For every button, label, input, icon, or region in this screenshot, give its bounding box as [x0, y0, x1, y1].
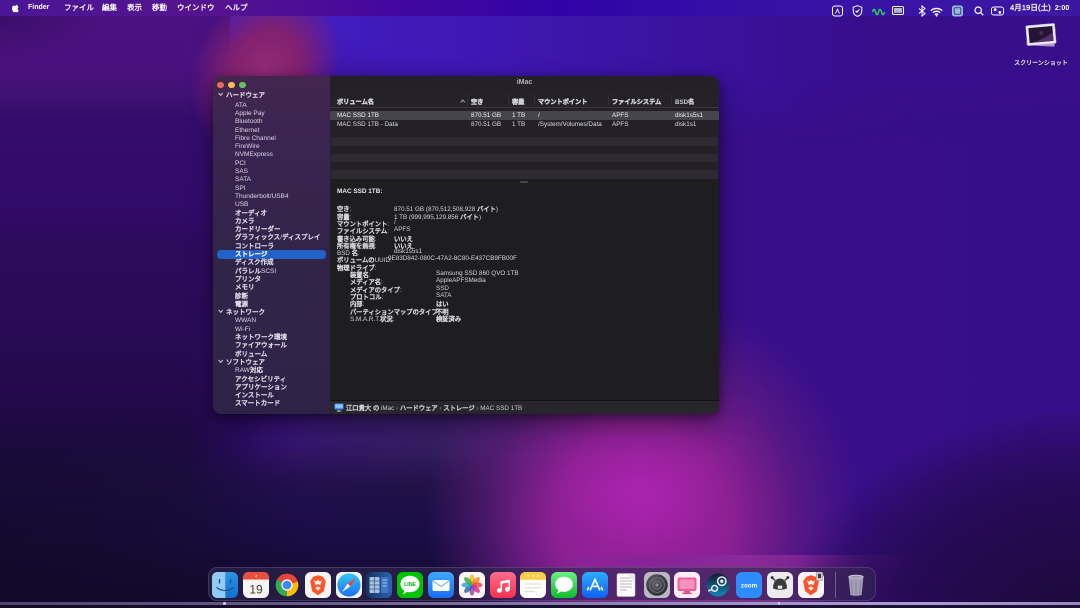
svg-text:19: 19	[250, 583, 264, 597]
svg-text:LINE: LINE	[404, 582, 416, 588]
svg-text:zoom: zoom	[741, 582, 758, 589]
